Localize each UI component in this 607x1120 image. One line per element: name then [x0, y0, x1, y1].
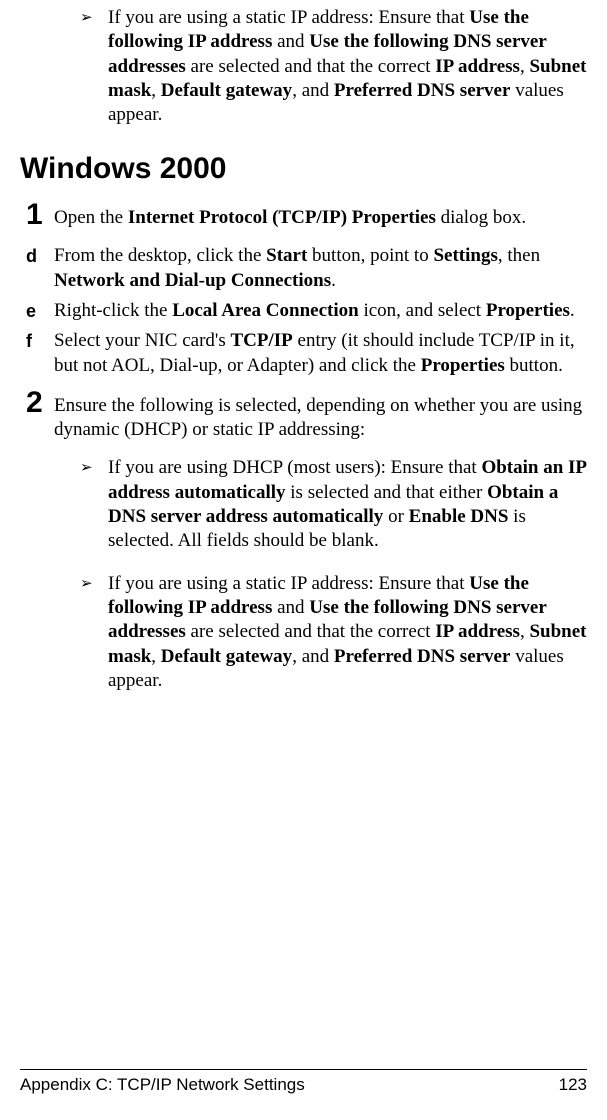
dhcp-bullet: ➢ If you are using DHCP (most users): En… [20, 456, 587, 553]
text: If you are using a static IP address: En… [108, 7, 469, 28]
step-number: 1 [26, 200, 54, 230]
text: , [151, 80, 161, 101]
text: is selected and that either [286, 482, 488, 503]
bold: Preferred DNS server [334, 646, 511, 667]
text: icon, and select [359, 300, 486, 321]
step-number: 2 [26, 388, 54, 418]
page: ➢ If you are using a static IP address: … [0, 0, 607, 1120]
bullet-arrow-icon: ➢ [80, 6, 108, 30]
bold: IP address [435, 621, 520, 642]
bold: Internet Protocol (TCP/IP) Properties [128, 207, 436, 228]
text: , [520, 621, 530, 642]
list-item: ➢ If you are using a static IP address: … [80, 572, 587, 694]
text: , and [292, 646, 334, 667]
bullet-arrow-icon: ➢ [80, 572, 108, 596]
section-heading-windows-2000: Windows 2000 [20, 150, 587, 188]
text: button, point to [307, 245, 433, 266]
bold: TCP/IP [230, 330, 292, 351]
bold: Enable DNS [409, 506, 509, 527]
step-2: 2 Ensure the following is selected, depe… [20, 390, 587, 443]
page-number: 123 [559, 1074, 587, 1096]
substep-body: From the desktop, click the Start button… [54, 244, 587, 293]
substep-letter: d [26, 244, 54, 268]
step-body: Ensure the following is selected, depend… [54, 390, 587, 443]
substeps: d From the desktop, click the Start butt… [20, 244, 587, 378]
footer-title: Appendix C: TCP/IP Network Settings [20, 1074, 305, 1096]
bullet-text: If you are using a static IP address: En… [108, 6, 587, 128]
text: , [520, 56, 530, 77]
text: , and [292, 80, 334, 101]
text: If you are using a static IP address: En… [108, 573, 469, 594]
text: . [331, 270, 336, 291]
bold: Local Area Connection [172, 300, 358, 321]
page-content: ➢ If you are using a static IP address: … [20, 0, 587, 693]
substep-f: f Select your NIC card's TCP/IP entry (i… [26, 329, 587, 378]
bold: Settings [433, 245, 497, 266]
static-bullet: ➢ If you are using a static IP address: … [20, 572, 587, 694]
text: and [272, 597, 309, 618]
substep-letter: e [26, 299, 54, 323]
bold: Properties [421, 355, 505, 376]
substep-letter: f [26, 329, 54, 353]
substep-e: e Right-click the Local Area Connection … [26, 299, 587, 323]
text: are selected and that the correct [186, 621, 436, 642]
text: are selected and that the correct [186, 56, 436, 77]
text: Right-click the [54, 300, 172, 321]
bullet-text: If you are using DHCP (most users): Ensu… [108, 456, 587, 553]
text: Select your NIC card's [54, 330, 230, 351]
substep-body: Right-click the Local Area Connection ic… [54, 299, 575, 323]
bold: Default gateway [161, 80, 292, 101]
list-item: ➢ If you are using a static IP address: … [80, 6, 587, 128]
text: Open the [54, 207, 128, 228]
text: button. [505, 355, 563, 376]
bold: Default gateway [161, 646, 292, 667]
bold: Properties [486, 300, 570, 321]
bullet-text: If you are using a static IP address: En… [108, 572, 587, 694]
list-item: ➢ If you are using DHCP (most users): En… [80, 456, 587, 553]
bold: Network and Dial-up Connections [54, 270, 331, 291]
bold: IP address [435, 56, 520, 77]
text: and [272, 31, 309, 52]
intro-static-bullet: ➢ If you are using a static IP address: … [20, 6, 587, 128]
bold: Start [266, 245, 307, 266]
step-1: 1 Open the Internet Protocol (TCP/IP) Pr… [20, 202, 587, 230]
substep-d: d From the desktop, click the Start butt… [26, 244, 587, 293]
page-footer: Appendix C: TCP/IP Network Settings 123 [20, 1069, 587, 1096]
bullet-arrow-icon: ➢ [80, 456, 108, 480]
text: or [383, 506, 408, 527]
text: dialog box. [436, 207, 526, 228]
text: From the desktop, click the [54, 245, 266, 266]
text: , [151, 646, 161, 667]
text: . [570, 300, 575, 321]
step-body: Open the Internet Protocol (TCP/IP) Prop… [54, 202, 526, 230]
substep-body: Select your NIC card's TCP/IP entry (it … [54, 329, 587, 378]
text: If you are using DHCP (most users): Ensu… [108, 457, 481, 478]
bold: Preferred DNS server [334, 80, 511, 101]
text: , then [498, 245, 540, 266]
